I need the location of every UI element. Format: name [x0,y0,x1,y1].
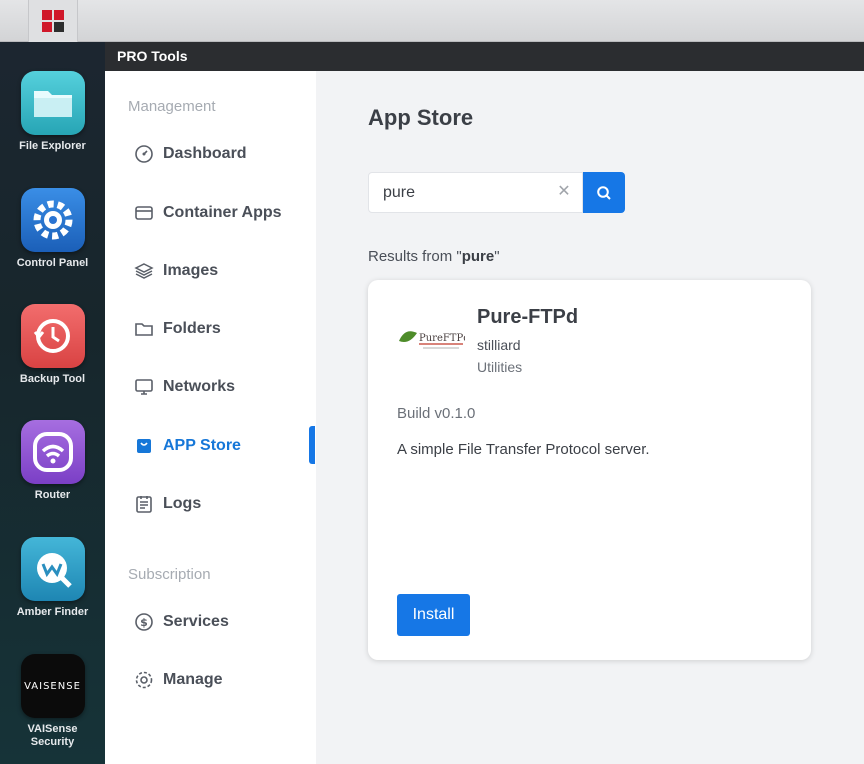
sidebar-item-folders[interactable]: Folders [133,311,316,347]
install-button[interactable]: Install [397,594,470,636]
svg-text:$: $ [140,616,148,629]
monitor-icon [133,376,155,398]
main-content: App Store ✕ Results from "pure" PureFTPd… [316,71,864,764]
router-app-icon [20,420,85,484]
svg-text:PureFTPd: PureFTPd [419,333,465,344]
store-icon [133,435,155,457]
vaisense-app-icon: VAISENSE [20,654,85,718]
container-icon [133,202,155,224]
section-subscription: Subscription [128,566,211,583]
folder-icon [133,318,155,340]
sidebar-item-images[interactable]: Images [133,253,316,289]
sidebar-item-app-store[interactable]: APP Store [133,428,316,464]
dock-control-panel[interactable]: Control Panel [0,188,105,270]
clear-search-icon[interactable]: ✕ [556,184,572,200]
app-name: Pure-FTPd [477,306,579,328]
logs-icon [133,493,155,515]
app-menu-tab[interactable] [28,0,78,42]
sidebar-item-container-apps[interactable]: Container Apps [133,195,316,231]
results-query: pure [461,248,495,265]
window-header: PRO Tools [105,42,864,71]
window-title: PRO Tools [117,48,188,64]
top-system-bar [0,0,864,42]
app-dock: File Explorer Control Panel Backup Tool … [0,42,105,764]
active-indicator [309,426,315,464]
dock-backup-tool[interactable]: Backup Tool [0,304,105,386]
page-title: App Store [368,105,474,130]
app-grid-icon [42,10,64,32]
dock-file-explorer[interactable]: File Explorer [0,71,105,153]
sidebar-item-logs[interactable]: Logs [133,486,316,522]
sidebar-item-services[interactable]: $ Services [133,604,316,640]
folder-app-icon [20,71,85,135]
search-icon [597,185,611,200]
sidebar: Management Dashboard Container Apps Imag… [105,71,316,764]
dock-vaisense-security[interactable]: VAISENSE VAISense Security [0,654,105,749]
app-build: Build v0.1.0 [397,405,476,422]
sidebar-item-networks[interactable]: Networks [133,369,316,405]
section-management: Management [128,98,216,115]
dollar-icon: $ [133,611,155,633]
gear-icon [133,669,155,691]
dock-router[interactable]: Router [0,420,105,502]
app-description: A simple File Transfer Protocol server. [397,441,650,458]
sidebar-item-manage[interactable]: Manage [133,662,316,698]
layers-icon [133,260,155,282]
dock-amber-finder[interactable]: Amber Finder [0,537,105,619]
app-card[interactable]: PureFTPd Pure-FTPd stilliard Utilities B… [368,280,811,660]
results-label: Results from "pure" [368,248,500,265]
search-input[interactable] [369,173,549,212]
control-panel-app-icon [20,188,85,252]
search-button[interactable] [583,172,625,213]
dashboard-icon [133,143,155,165]
app-category: Utilities [477,359,523,375]
sidebar-item-dashboard[interactable]: Dashboard [133,136,316,172]
amber-finder-app-icon [20,537,85,601]
backup-app-icon [20,304,85,368]
app-author: stilliard [477,337,521,353]
pure-ftpd-logo: PureFTPd [397,325,470,353]
search-box: ✕ [368,172,583,213]
